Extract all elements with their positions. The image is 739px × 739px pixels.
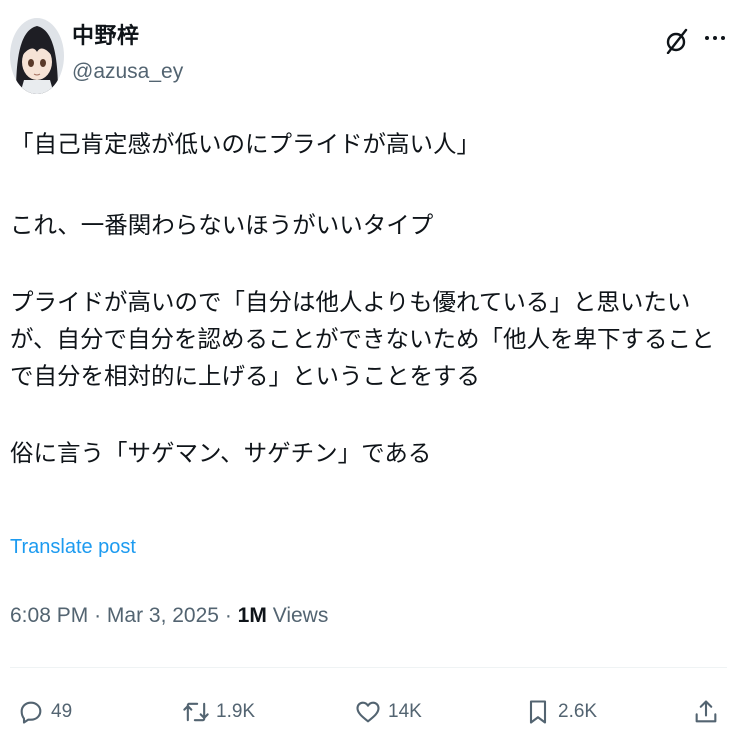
post-time[interactable]: 6:08 PM <box>10 604 88 627</box>
post-paragraph: 「自己肯定感が低いのにプライドが高い人」 <box>10 130 480 158</box>
post-meta: 6:08 PM · Mar 3, 2025 · 1M Views <box>10 604 328 628</box>
like-button[interactable]: 14K <box>354 690 422 734</box>
post-date[interactable]: Mar 3, 2025 <box>107 604 219 627</box>
repost-icon <box>183 702 209 722</box>
like-count: 14K <box>388 701 422 722</box>
display-name[interactable]: 中野梓 <box>72 22 183 52</box>
post-paragraph: プライドが高いので「自分は他人よりも優れている」と思いたいが、自分で自分を認める… <box>10 288 715 390</box>
share-button[interactable] <box>692 690 720 734</box>
translate-post-link[interactable]: Translate post <box>10 536 136 559</box>
reply-icon <box>20 701 42 724</box>
meta-separator: · <box>224 604 232 627</box>
reply-count: 49 <box>51 701 73 722</box>
repost-count: 1.9K <box>216 701 256 722</box>
heart-icon <box>356 701 380 723</box>
bookmark-icon <box>529 700 547 724</box>
reply-button[interactable]: 49 <box>17 690 72 734</box>
bookmark-count: 2.6K <box>558 701 598 722</box>
bookmark-button[interactable]: 2.6K <box>524 690 597 734</box>
author-block: 中野梓 @azusa_ey <box>72 22 183 86</box>
avatar[interactable] <box>10 18 64 94</box>
handle[interactable]: @azusa_ey <box>72 58 183 86</box>
post-paragraph: 俗に言う「サゲマン、サゲチン」である <box>10 439 432 467</box>
share-icon <box>695 700 717 723</box>
post-text: 「自己肯定感が低いのにプライドが高い人」 これ、一番関わらないほうがいいタイプ … <box>10 126 735 472</box>
meta-separator: · <box>94 604 102 627</box>
post-header: 中野梓 @azusa_ey <box>10 18 729 98</box>
divider <box>10 667 727 668</box>
repost-button[interactable]: 1.9K <box>182 690 255 734</box>
views-label: Views <box>272 604 329 627</box>
views-count: 1M <box>237 604 267 627</box>
more-icon[interactable] <box>703 26 727 50</box>
post-paragraph: これ、一番関わらないほうがいいタイプ <box>10 211 434 239</box>
grok-icon[interactable] <box>665 28 689 55</box>
action-bar: 49 1.9K 14K 2.6K <box>10 690 729 734</box>
